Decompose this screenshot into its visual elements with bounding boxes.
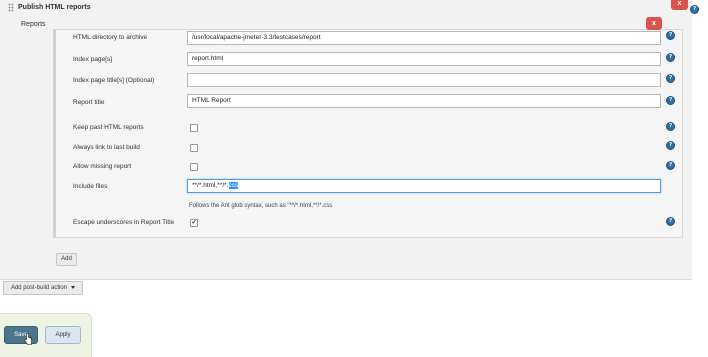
delete-section-button[interactable]: x [671,0,688,10]
help-icon[interactable]: ? [690,5,699,14]
escape-underscores-help-icon[interactable]: ? [666,217,675,226]
add-post-build-action-button[interactable]: Add post-build action [3,281,83,295]
reports-label: Reports [21,21,46,28]
index-pages-input[interactable]: report.html [187,52,661,66]
report-title-input[interactable]: HTML Report [187,94,661,108]
escape-underscores-label: Escape underscores in Report Title [73,219,175,226]
always-link-help-icon[interactable]: ? [666,141,675,150]
add-post-build-action-label: Add post-build action [10,285,68,291]
include-files-label: Include files [73,183,108,190]
include-files-selection: css [228,182,239,189]
include-files-hint: Follows the Ant glob syntax, such as "**… [189,203,333,209]
keep-past-reports-checkbox[interactable] [190,124,198,132]
escape-underscores-checkbox[interactable]: ✔ [190,219,198,227]
include-files-input[interactable]: **/*.html,**/*.css [187,179,661,193]
section-title: Publish HTML reports [18,4,91,11]
hand-cursor-icon [24,333,32,345]
report-title-label: Report title [73,99,105,106]
chevron-down-icon [71,285,76,289]
delete-report-button[interactable]: x [646,17,662,30]
keep-past-reports-help-icon[interactable]: ? [666,122,675,131]
index-page-titles-input[interactable] [187,73,661,87]
html-directory-input[interactable]: /usr/local/apache-jmeter-3.3/testcases/r… [187,31,661,45]
allow-missing-label: Allow missing report [73,163,132,170]
always-link-checkbox[interactable] [190,144,198,152]
save-button[interactable]: Save [4,326,38,344]
drag-handle-icon[interactable] [8,3,14,12]
index-pages-help-icon[interactable]: ? [666,53,675,62]
allow-missing-checkbox[interactable] [190,163,198,171]
index-pages-label: Index page[s] [73,56,113,63]
report-title-help-icon[interactable]: ? [666,96,675,105]
keep-past-reports-label: Keep past HTML reports [73,124,144,131]
allow-missing-help-icon[interactable]: ? [666,161,675,170]
html-directory-help-icon[interactable]: ? [666,31,675,40]
always-link-label: Always link to last build [73,144,140,151]
include-files-value: **/*.html,**/*. [192,182,229,189]
index-page-titles-help-icon[interactable]: ? [666,74,675,83]
apply-button[interactable]: Apply [45,326,81,344]
add-report-button[interactable]: Add [56,253,77,266]
index-page-titles-label: Index page title[s] (Optional) [73,77,155,84]
html-directory-label: HTML directory to archive [73,34,148,41]
